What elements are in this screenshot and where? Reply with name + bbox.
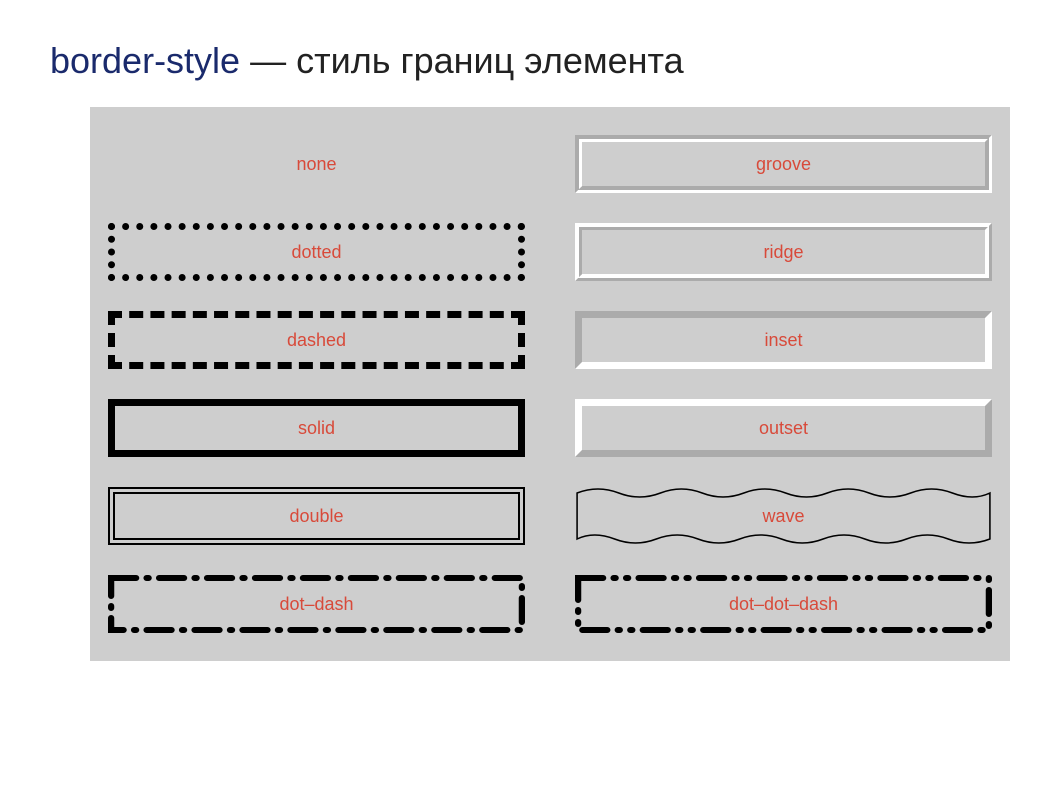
swatch-dotted: dotted xyxy=(108,223,525,281)
swatch-label: solid xyxy=(298,418,335,439)
swatch-none: none xyxy=(108,135,525,193)
swatch-outset: outset xyxy=(575,399,992,457)
swatch-label: ridge xyxy=(763,242,803,263)
swatch-label: double xyxy=(289,506,343,527)
swatch-inset: inset xyxy=(575,311,992,369)
swatch-wave: wave xyxy=(575,487,992,545)
swatch-dashed: dashed xyxy=(108,311,525,369)
swatch-label: inset xyxy=(764,330,802,351)
title-description: стиль границ элемента xyxy=(296,40,684,81)
dot-dash-border-icon xyxy=(108,575,525,633)
swatch-panel: none groove dotted ridge dashed inset so… xyxy=(90,107,1010,661)
swatch-label: none xyxy=(296,154,336,175)
swatch-ridge: ridge xyxy=(575,223,992,281)
swatch-label: dotted xyxy=(291,242,341,263)
swatch-groove: groove xyxy=(575,135,992,193)
swatch-solid: solid xyxy=(108,399,525,457)
swatch-double: double xyxy=(108,487,525,545)
swatch-dot-dot-dash: dot–dot–dash xyxy=(575,575,992,633)
swatch-dot-dash: dot–dash xyxy=(108,575,525,633)
swatch-label: dashed xyxy=(287,330,346,351)
title-dash: — xyxy=(240,40,296,81)
swatch-label: groove xyxy=(756,154,811,175)
swatch-label: outset xyxy=(759,418,808,439)
dot-dot-dash-border-icon xyxy=(575,575,992,633)
page-title: border-style — стиль границ элемента xyxy=(50,40,1008,82)
page: border-style — стиль границ элемента non… xyxy=(0,0,1058,701)
wave-border-icon xyxy=(575,487,992,545)
title-property: border-style xyxy=(50,40,240,81)
